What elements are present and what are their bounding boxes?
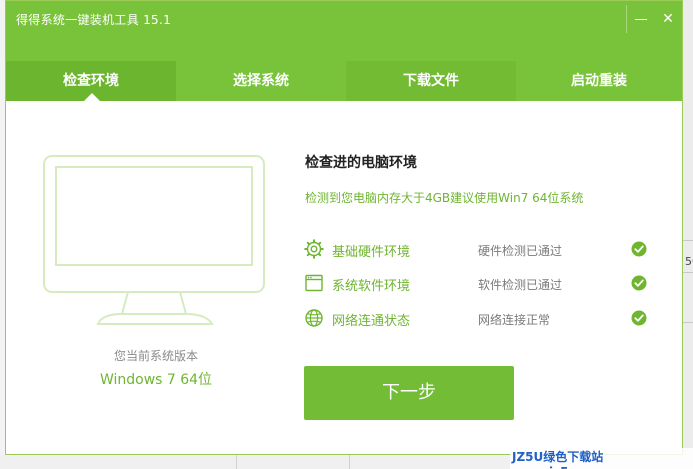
background-divider (236, 455, 237, 469)
background-divider (683, 322, 693, 323)
close-icon: ✕ (662, 11, 674, 27)
window-title: 得得系统一键装机工具 15.1 (16, 13, 172, 27)
memory-recommendation: 检测到您电脑内存大于4GB建议使用Win7 64位系统 (305, 191, 584, 205)
main-content: 您当前系统版本 Windows 7 64位 检查进的电脑环境 检测到您电脑内存大… (6, 101, 682, 454)
check-status: 网络连接正常 (478, 313, 551, 327)
check-status: 硬件检测已通过 (478, 244, 563, 258)
check-circle-icon (631, 275, 647, 291)
check-label: 网络连通状态 (332, 314, 411, 329)
minimize-button[interactable] (626, 5, 655, 33)
tab-select-system[interactable]: 选择系统 (176, 61, 346, 101)
background-text-fragment: 50 (685, 255, 693, 268)
minimize-icon (635, 18, 647, 20)
check-label: 基础硬件环境 (332, 245, 411, 260)
close-button[interactable]: ✕ (654, 5, 682, 33)
installer-window: 得得系统一键装机工具 15.1 ✕ 检查环境 选择系统 下载文件 启动重装 您当… (5, 0, 683, 455)
background-divider (349, 455, 350, 469)
check-circle-icon (631, 310, 647, 326)
tab-download-files[interactable]: 下载文件 (346, 61, 516, 101)
check-row-hardware: 基础硬件环境 硬件检测已通过 (304, 238, 654, 260)
check-row-network: 网络连通状态 网络连接正常 (304, 307, 654, 329)
background-divider (683, 272, 693, 273)
gear-icon (304, 239, 324, 259)
step-tabs: 检查环境 选择系统 下载文件 启动重装 (6, 61, 682, 101)
monitor-icon (43, 155, 265, 325)
current-os-version: Windows 7 64位 (99, 372, 213, 388)
tab-restart-install[interactable]: 启动重装 (516, 61, 682, 101)
current-os-caption: 您当前系统版本 (113, 349, 198, 363)
check-label: 系统软件环境 (332, 279, 411, 294)
window-icon (305, 274, 323, 292)
screen: 50 得得系统一键装机工具 15.1 ✕ 检查环境 选择系统 下载文件 启动重装 (0, 0, 693, 469)
title-bar[interactable]: 得得系统一键装机工具 15.1 ✕ (6, 1, 682, 61)
site-watermark: JZ5U绿色下载站www.jz5u.com (510, 448, 693, 469)
background-divider (683, 240, 693, 241)
check-status: 软件检测已通过 (478, 278, 563, 292)
check-row-software: 系统软件环境 软件检测已通过 (304, 272, 654, 294)
check-circle-icon (631, 241, 647, 257)
active-tab-indicator (84, 93, 100, 101)
section-title: 检查进的电脑环境 (305, 155, 417, 171)
globe-icon (305, 309, 323, 327)
next-step-button[interactable]: 下一步 (304, 366, 514, 420)
background-window-fragment: 50 (683, 0, 693, 469)
